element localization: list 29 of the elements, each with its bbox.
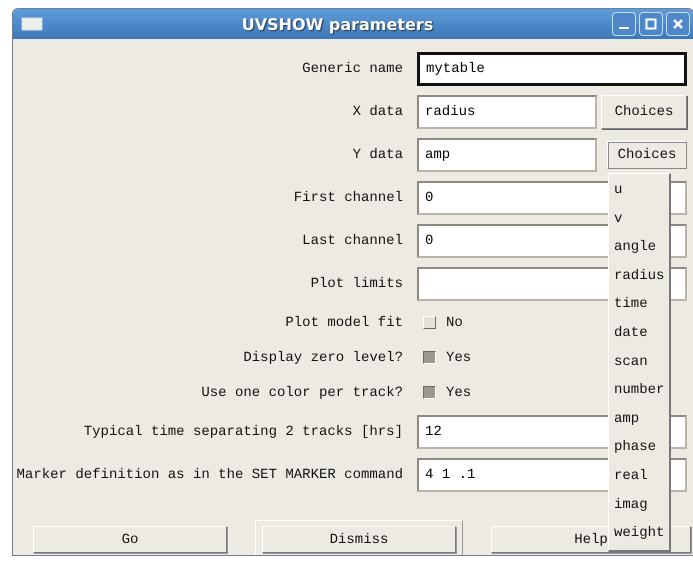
text-field[interactable]: radius — [417, 94, 597, 128]
field-label: Use one color per track? — [200, 384, 403, 400]
field-label: Typical time separating 2 tracks [hrs] — [82, 424, 403, 440]
field-label: Last channel — [301, 232, 403, 248]
menu-item[interactable]: time — [609, 290, 669, 319]
field-label: Plot limits — [310, 276, 403, 292]
checkbox-label: Yes — [446, 350, 472, 366]
checkbox-label: No — [446, 314, 463, 330]
choices-button[interactable]: Choices — [601, 94, 687, 128]
choices-button[interactable]: Choices — [607, 140, 687, 168]
window-title: UVSHOW parameters — [240, 14, 434, 34]
text-field[interactable]: amp — [417, 138, 597, 172]
checkbox-label: Yes — [446, 384, 472, 400]
dismiss-button[interactable]: Dismiss — [262, 526, 456, 553]
menu-item[interactable]: real — [609, 462, 669, 491]
field-label: Plot model fit — [284, 314, 403, 330]
menu-item[interactable]: number — [609, 376, 669, 405]
menu-item[interactable]: scan — [609, 348, 669, 376]
dialog-button[interactable]: Go — [33, 526, 227, 553]
menu-item[interactable]: radius — [609, 262, 669, 290]
field-label: Generic name — [301, 60, 403, 76]
field-label: First channel — [292, 190, 403, 206]
text-field[interactable]: mytable — [417, 52, 687, 86]
field-label: X data — [352, 104, 403, 120]
menu-item[interactable]: imag — [609, 490, 669, 520]
field-label: Display zero level? — [242, 350, 403, 366]
field-label: Y data — [352, 146, 403, 162]
menu-item[interactable]: date — [609, 318, 669, 348]
field-label: Marker definition as in the SET MARKER command — [16, 466, 403, 482]
